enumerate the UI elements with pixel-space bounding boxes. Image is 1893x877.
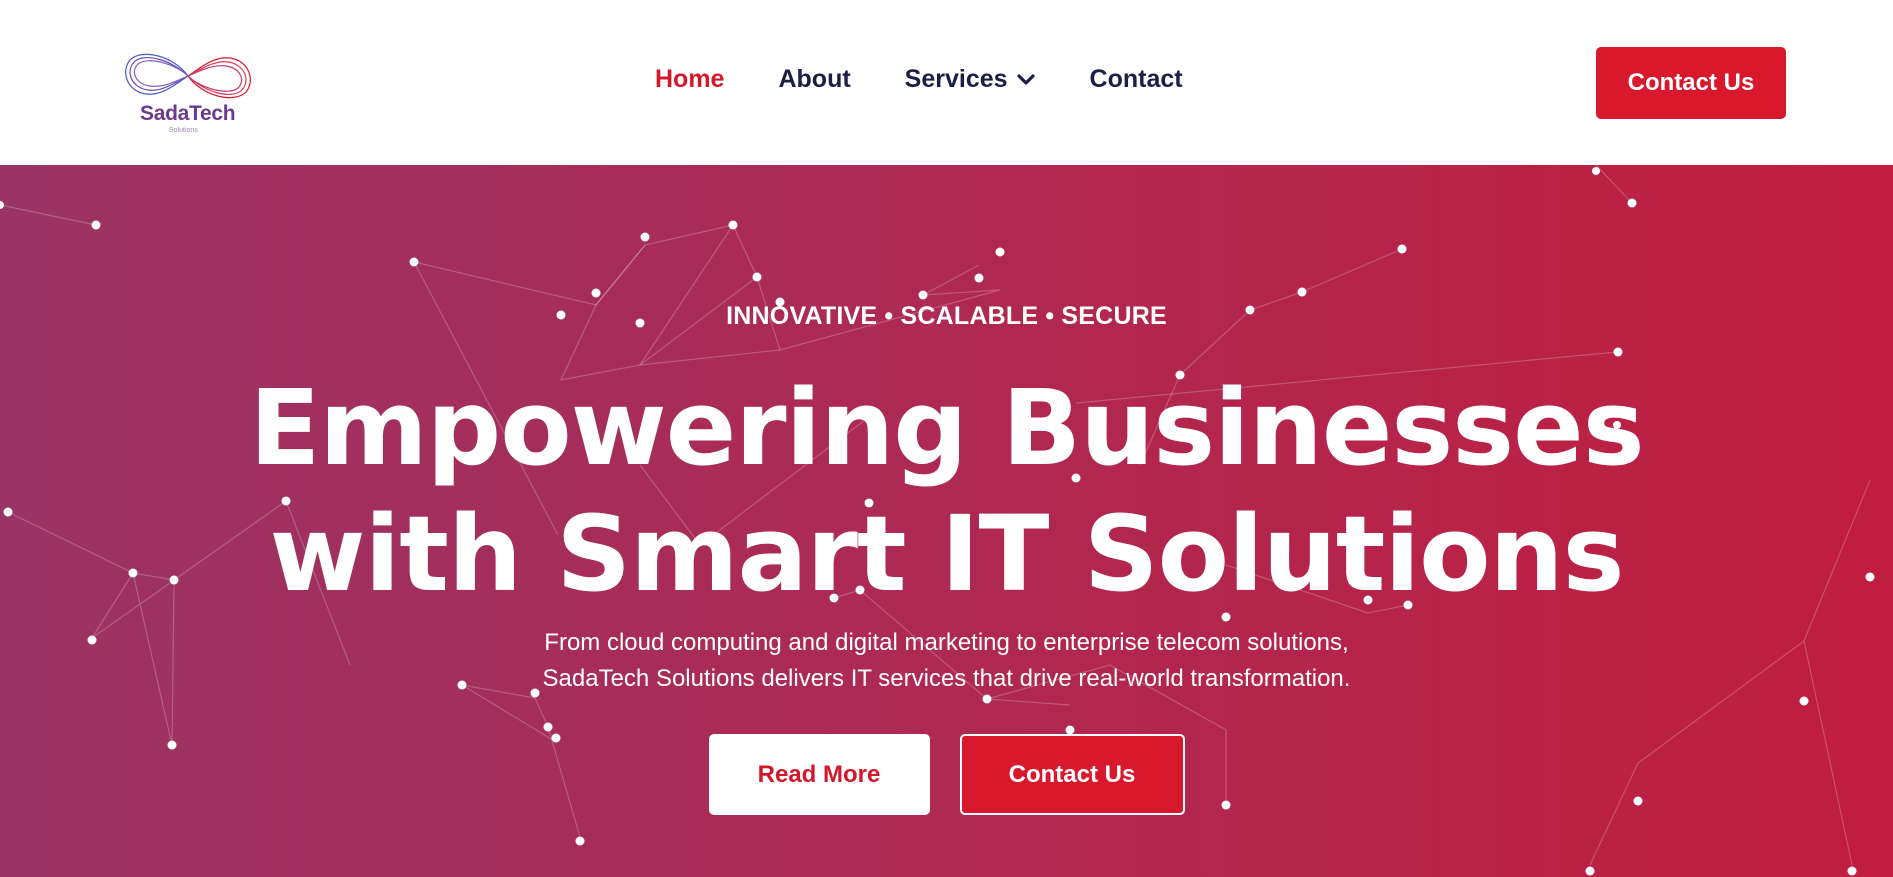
hero-headline-line1: Empowering Businesses (249, 367, 1644, 489)
nav-home[interactable]: Home (655, 65, 724, 94)
hero-description: From cloud computing and digital marketi… (0, 625, 1893, 697)
nav-about[interactable]: About (778, 65, 850, 94)
hero-tagline: INNOVATIVE • SCALABLE • SECURE (726, 302, 1167, 330)
hero-contact-us-button[interactable]: Contact Us (959, 734, 1185, 815)
nav-services[interactable]: Services (905, 65, 1036, 94)
infinity-logo-icon (125, 53, 251, 99)
logo[interactable]: SadaTech Solutions (122, 46, 254, 138)
nav-services-label: Services (904, 65, 1008, 93)
logo-name: SadaTech (140, 102, 236, 125)
hero-headline: Empowering Businesses with Smart IT Solu… (0, 365, 1893, 617)
main-nav: Home About Services Contact (655, 65, 1237, 94)
hero-buttons: Read More Contact Us (0, 734, 1893, 815)
hero-description-line1: From cloud computing and digital marketi… (544, 629, 1349, 656)
header-contact-us-button[interactable]: Contact Us (1596, 47, 1786, 119)
hero-description-line2: SadaTech Solutions delivers IT services … (542, 665, 1351, 692)
site-header: SadaTech Solutions Home About Services C… (0, 0, 1893, 165)
hero-headline-line2: with Smart IT Solutions (269, 493, 1625, 615)
logo-subtitle: Solutions (169, 127, 198, 134)
nav-contact[interactable]: Contact (1090, 65, 1183, 94)
hero-section: INNOVATIVE • SCALABLE • SECURE Empowerin… (0, 165, 1893, 877)
chevron-down-icon (1016, 73, 1036, 87)
read-more-button[interactable]: Read More (708, 734, 930, 815)
